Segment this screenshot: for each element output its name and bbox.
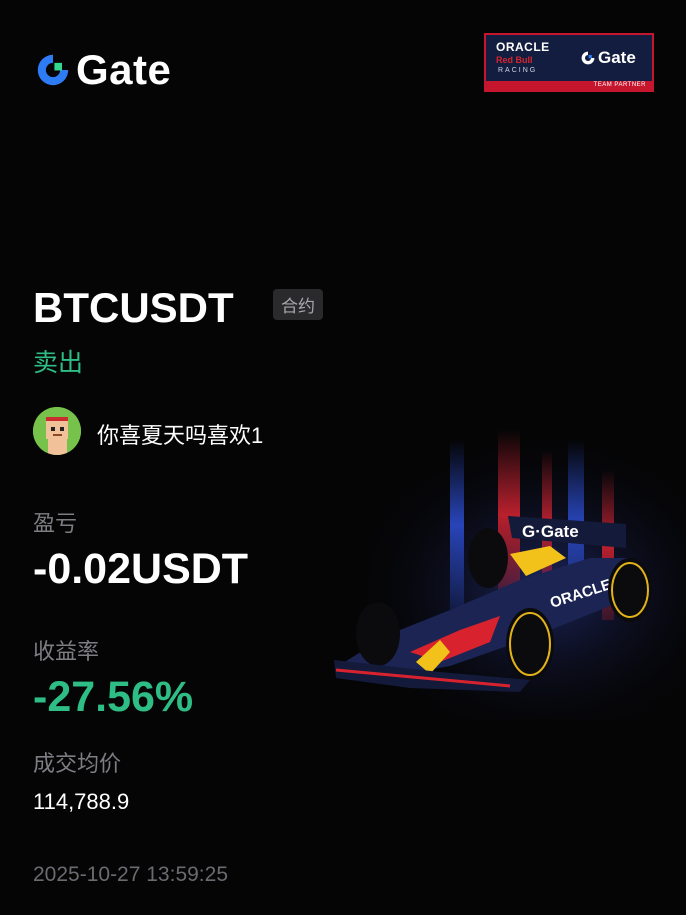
- pnl-label: 盈亏: [33, 511, 78, 536]
- oracle-wordmark: ORACLE: [496, 40, 550, 54]
- partner-badge-footer: TEAM PARTNER: [486, 81, 652, 92]
- partner-gate-text: Gate: [598, 48, 636, 67]
- racing-wordmark: RACING: [498, 67, 538, 74]
- red-bull-wordmark: Red Bull: [496, 55, 533, 65]
- partner-gate-logo: Gate: [580, 48, 636, 68]
- trading-pair: BTCUSDT: [33, 284, 234, 331]
- partner-gate-icon: [581, 51, 595, 65]
- contract-type-tag: 合约: [273, 289, 323, 320]
- username: 你喜夏天吗喜欢1: [97, 423, 264, 448]
- gate-logo: Gate: [34, 46, 171, 94]
- trade-timestamp: 2025-10-27 13:59:25: [33, 863, 228, 886]
- svg-text:G·Gate: G·Gate: [522, 522, 579, 541]
- user-avatar: [33, 407, 81, 455]
- team-partner-badge: ORACLE Red Bull RACING Gate TEAM PARTNER: [484, 33, 654, 92]
- gate-logo-text: Gate: [76, 46, 172, 93]
- pixel-avatar-icon: [33, 407, 81, 455]
- pnl-value: -0.02USDT: [33, 545, 249, 593]
- team-partner-label: TEAM PARTNER: [593, 82, 646, 88]
- trade-side: 卖出: [33, 349, 84, 377]
- partner-badge-body: ORACLE Red Bull RACING Gate: [486, 35, 652, 81]
- roi-label: 收益率: [33, 639, 100, 664]
- avg-price-label: 成交均价: [33, 751, 122, 776]
- f1-race-car-icon: G·Gate ORACLE: [330, 430, 686, 720]
- gate-logo-icon: [37, 54, 69, 86]
- roi-value: -27.56%: [33, 673, 194, 721]
- avg-price-value: 114,788.9: [33, 789, 130, 814]
